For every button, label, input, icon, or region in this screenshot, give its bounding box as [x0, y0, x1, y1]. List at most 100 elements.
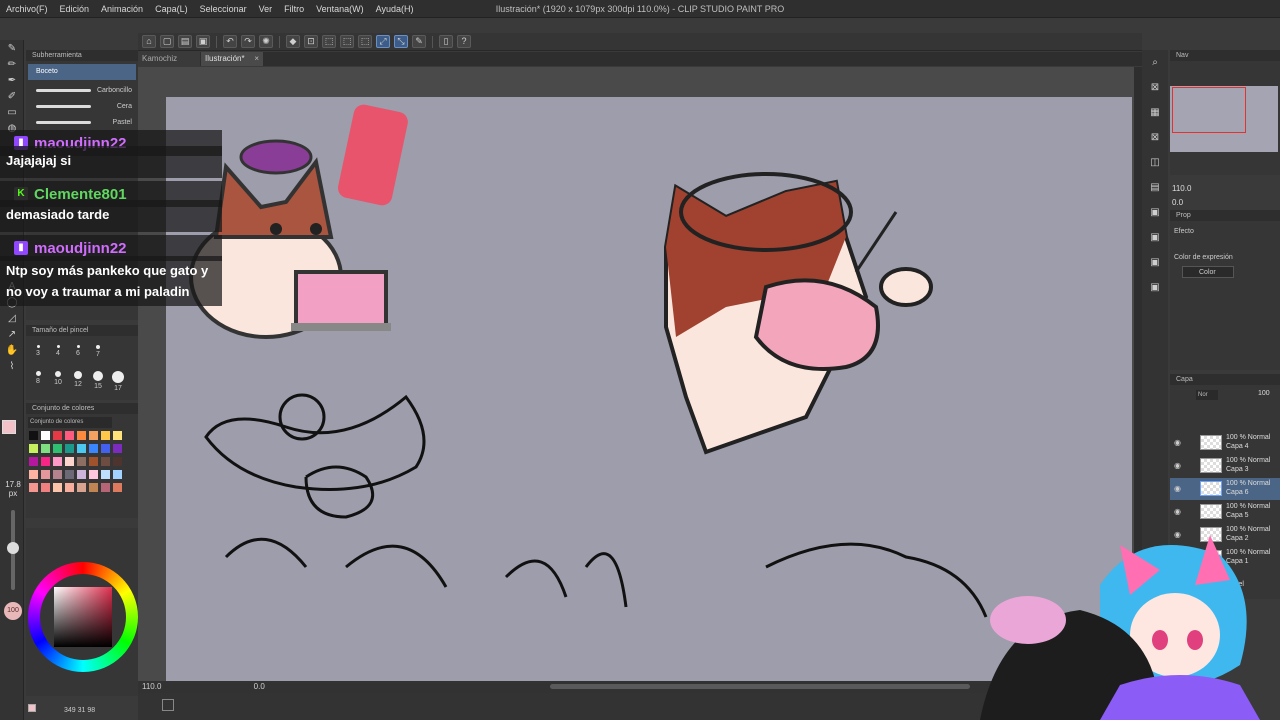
history-icon[interactable]: ▤	[1148, 181, 1162, 195]
horizontal-scrollbar[interactable]	[550, 684, 970, 689]
tab-ilustracion[interactable]: Ilustración* ×	[201, 52, 263, 66]
menu-file[interactable]: Archivo(F)	[0, 4, 54, 14]
select-all-icon[interactable]: ⬚	[340, 35, 354, 48]
color-set-dropdown[interactable]: Conjunto de colores predeter...	[28, 417, 112, 428]
ruler-icon[interactable]: ◿	[4, 312, 20, 326]
color-swatch[interactable]	[53, 457, 62, 466]
close-panel-icon[interactable]: ⊠	[1148, 81, 1162, 95]
color-swatch[interactable]	[77, 470, 86, 479]
navigator-angle[interactable]: 0.0	[1172, 198, 1183, 207]
settings-icon[interactable]: ▣	[1148, 206, 1162, 220]
auto-action-icon[interactable]: ▣	[1148, 231, 1162, 245]
hand-icon[interactable]: ✋	[4, 344, 20, 358]
eye-icon[interactable]: ◉	[1174, 438, 1181, 447]
color-swatch[interactable]	[41, 483, 50, 492]
layer-row[interactable]: ◉ 100 % Normal Capa 4	[1170, 432, 1280, 454]
close-icon[interactable]: ×	[254, 52, 259, 66]
correct-line-icon[interactable]: ↗	[4, 328, 20, 342]
item-bank-icon[interactable]: ▣	[1148, 256, 1162, 270]
brush-size-option[interactable]: 8	[28, 371, 48, 385]
subtool-item-carboncillo[interactable]: Carboncillo	[26, 83, 138, 99]
brush-size-option[interactable]: 17	[108, 371, 128, 392]
close-panel-icon[interactable]: ⊠	[1148, 131, 1162, 145]
color-swatch[interactable]	[29, 431, 38, 440]
color-swatch[interactable]	[77, 431, 86, 440]
layer-row[interactable]: ◉ 100 % Normal Capa 3	[1170, 455, 1280, 477]
snap-ruler-icon[interactable]: ⤢	[376, 35, 390, 48]
fill-icon[interactable]: ◆	[286, 35, 300, 48]
menu-filter[interactable]: Filtro	[278, 4, 310, 14]
brush-size-option[interactable]: 3	[28, 345, 48, 357]
menu-select[interactable]: Seleccionar	[194, 4, 253, 14]
status-angle[interactable]: 0.0	[254, 682, 265, 691]
color-swatch[interactable]	[53, 470, 62, 479]
main-color-swatch[interactable]	[2, 420, 16, 434]
color-swatch[interactable]	[29, 483, 38, 492]
color-swatch[interactable]	[77, 483, 86, 492]
save-icon[interactable]: ▣	[196, 35, 210, 48]
menu-edit[interactable]: Edición	[54, 4, 96, 14]
color-swatch[interactable]	[41, 457, 50, 466]
brush-size-option[interactable]: 15	[88, 371, 108, 390]
color-swatch[interactable]	[113, 470, 122, 479]
eye-icon[interactable]: ◉	[1174, 484, 1181, 493]
color-swatch[interactable]	[113, 444, 122, 453]
color-swatch[interactable]	[89, 457, 98, 466]
color-swatch[interactable]	[101, 457, 110, 466]
layer-row[interactable]: ◉ 100 % Normal Capa 6	[1170, 478, 1280, 500]
pencil-icon[interactable]: ✏	[4, 58, 20, 72]
menu-window[interactable]: Ventana(W)	[310, 4, 370, 14]
eyedropper-icon[interactable]: ⌇	[4, 360, 20, 374]
menu-view[interactable]: Ver	[253, 4, 279, 14]
color-swatch[interactable]	[113, 457, 122, 466]
opacity-badge[interactable]: 100	[4, 602, 22, 620]
tablet-icon[interactable]: ▯	[439, 35, 453, 48]
color-swatch[interactable]	[77, 444, 86, 453]
color-swatch[interactable]	[65, 457, 74, 466]
color-swatch[interactable]	[53, 444, 62, 453]
eye-icon[interactable]: ◉	[1174, 461, 1181, 470]
material-icon[interactable]: ▦	[1148, 106, 1162, 120]
brush-size-option[interactable]: 4	[48, 345, 68, 357]
size-slider-handle[interactable]	[7, 542, 19, 554]
color-swatch[interactable]	[77, 457, 86, 466]
color-swatch[interactable]	[101, 431, 110, 440]
search-icon[interactable]: ⌕	[1148, 56, 1162, 70]
color-swatch[interactable]	[65, 470, 74, 479]
brush-size-option[interactable]: 12	[68, 371, 88, 388]
navigator-zoom[interactable]: 110.0	[1172, 184, 1191, 193]
layer-row[interactable]: ◉ 100 % Normal Capa 5	[1170, 501, 1280, 523]
expression-color-dropdown[interactable]: Color	[1182, 266, 1234, 278]
snap-grid-icon[interactable]: ✎	[412, 35, 426, 48]
layer-opacity-value[interactable]: 100	[1258, 390, 1270, 397]
eraser-icon[interactable]: ▭	[4, 106, 20, 120]
color-swatch[interactable]	[53, 483, 62, 492]
timeline-toggle-icon[interactable]	[162, 699, 174, 711]
color-swatch[interactable]	[89, 483, 98, 492]
subtool-item-boceto[interactable]: Boceto	[28, 64, 136, 80]
color-swatch[interactable]	[101, 483, 110, 492]
brush-icon[interactable]: ✒	[4, 74, 20, 88]
color-swatch[interactable]	[89, 431, 98, 440]
sub-color-swatch[interactable]	[28, 704, 36, 712]
color-swatch[interactable]	[41, 470, 50, 479]
assets-icon[interactable]: ▣	[1148, 281, 1162, 295]
tab-kamochiz[interactable]: Kamochiz	[138, 52, 200, 66]
color-swatch[interactable]	[65, 431, 74, 440]
clear-icon[interactable]: ⬚	[322, 35, 336, 48]
eye-icon[interactable]: ◉	[1174, 507, 1181, 516]
color-swatch[interactable]	[65, 483, 74, 492]
color-swatch[interactable]	[29, 457, 38, 466]
blend-mode-dropdown[interactable]: Nor	[1196, 390, 1218, 400]
color-swatch[interactable]	[41, 444, 50, 453]
pen-icon[interactable]: ✎	[4, 42, 20, 56]
help-icon[interactable]: ?	[457, 35, 471, 48]
color-swatch[interactable]	[113, 483, 122, 492]
menu-animation[interactable]: Animación	[95, 4, 149, 14]
navigator-viewport-rect[interactable]	[1172, 87, 1246, 133]
undo-icon[interactable]: ↶	[223, 35, 237, 48]
subtool-item-pastel[interactable]: Pastel	[26, 115, 138, 131]
new-file-icon[interactable]: ▢	[160, 35, 174, 48]
brush-size-option[interactable]: 10	[48, 371, 68, 386]
color-swatch[interactable]	[101, 470, 110, 479]
